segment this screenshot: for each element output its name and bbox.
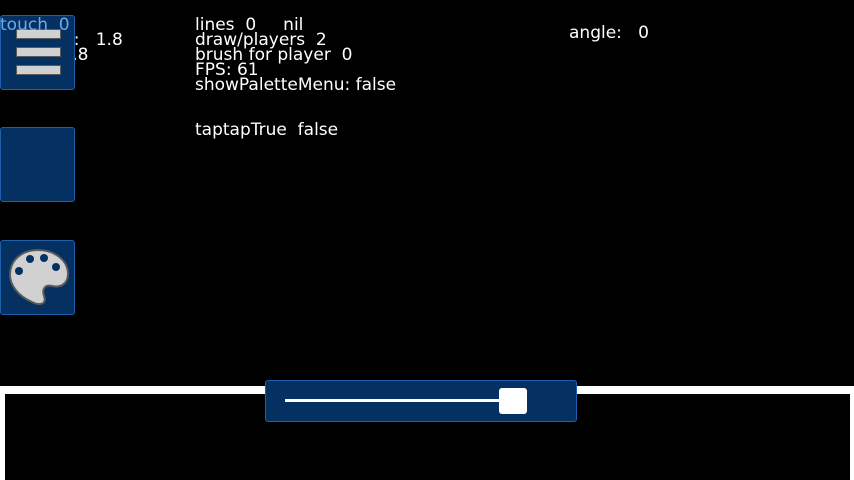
debug-touch: touch 0 bbox=[0, 15, 70, 35]
palette-button[interactable] bbox=[0, 240, 75, 315]
palette-icon bbox=[8, 248, 69, 305]
menu-icon-bar bbox=[16, 47, 61, 57]
debug-palette-menu: showPaletteMenu: false bbox=[195, 75, 397, 95]
menu-icon-bar bbox=[16, 65, 61, 75]
debug-angle: angle: 0 bbox=[569, 23, 649, 43]
debug-taptap: taptapTrue false bbox=[195, 120, 339, 140]
blank-tool-button[interactable] bbox=[0, 127, 75, 202]
slider-knob[interactable] bbox=[499, 388, 527, 414]
slider-track[interactable] bbox=[285, 399, 525, 402]
